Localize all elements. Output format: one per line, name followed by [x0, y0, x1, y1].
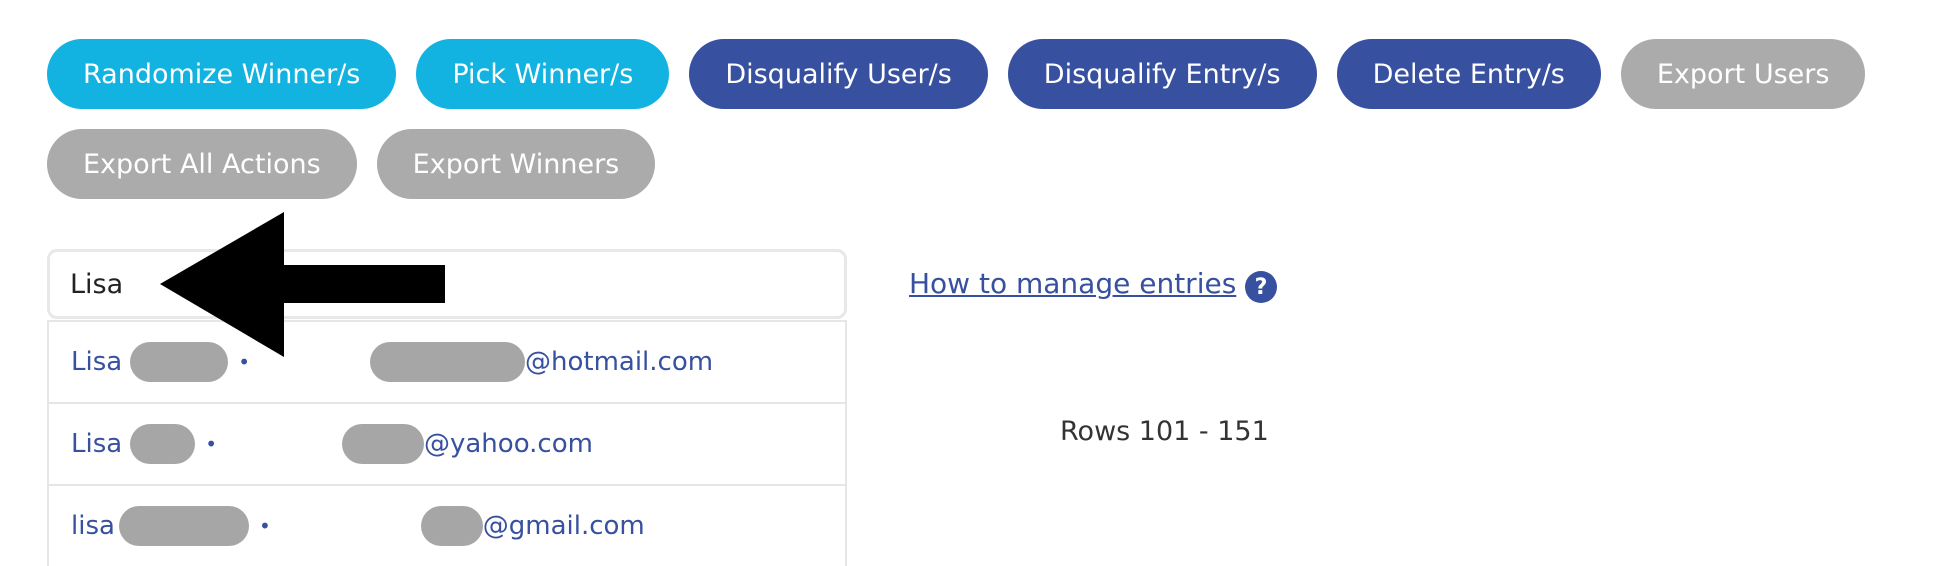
result-name: Lisa — [71, 347, 123, 377]
separator-dot: • — [258, 514, 271, 538]
export-all-actions-button[interactable]: Export All Actions — [47, 129, 357, 199]
export-winners-button[interactable]: Export Winners — [376, 129, 656, 199]
delete-entry-button[interactable]: Delete Entry/s — [1336, 39, 1601, 109]
redacted-email — [420, 506, 483, 546]
disqualify-user-button[interactable]: Disqualify User/s — [689, 39, 988, 109]
help-link[interactable]: How to manage entries — [909, 267, 1236, 300]
annotation-arrow-icon — [160, 212, 445, 357]
help-question-icon[interactable]: ? — [1245, 271, 1277, 303]
action-buttons-row-1: Randomize Winner/s Pick Winner/s Disqual… — [47, 39, 1866, 109]
export-users-button[interactable]: Export Users — [1620, 39, 1866, 109]
result-email-domain: @gmail.com — [482, 511, 645, 541]
redacted-email — [341, 424, 424, 464]
redacted-name — [118, 506, 249, 546]
randomize-winner-button[interactable]: Randomize Winner/s — [47, 39, 397, 109]
pick-winner-button[interactable]: Pick Winner/s — [416, 39, 670, 109]
rows-range-label: Rows 101 - 151 — [1060, 416, 1269, 447]
result-email-domain: @yahoo.com — [423, 429, 593, 459]
separator-dot: • — [205, 432, 217, 456]
result-item[interactable]: Lisa • @yahoo.com — [49, 402, 845, 484]
disqualify-entry-button[interactable]: Disqualify Entry/s — [1007, 39, 1317, 109]
redacted-name — [130, 424, 196, 464]
result-item[interactable]: lisa • @gmail.com — [49, 484, 845, 566]
action-buttons-row-2: Export All Actions Export Winners — [47, 129, 656, 199]
result-email-domain: @hotmail.com — [524, 347, 714, 377]
result-name: lisa — [71, 511, 115, 541]
result-name: Lisa — [71, 429, 123, 459]
